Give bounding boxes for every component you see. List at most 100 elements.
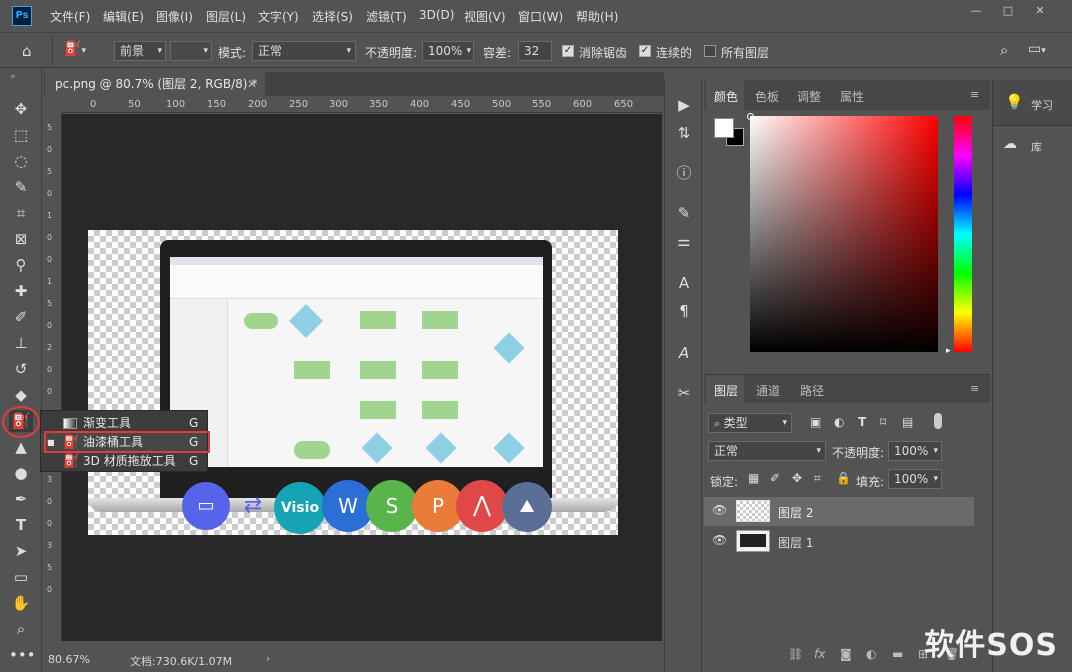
- tab-channels[interactable]: 通道: [756, 382, 780, 399]
- fill-input[interactable]: 100% ▾: [888, 469, 942, 489]
- adjustment-filter-icon[interactable]: ◐: [834, 415, 844, 429]
- tolerance-input[interactable]: 32: [518, 41, 552, 61]
- menu-3d[interactable]: 3D(D): [419, 8, 454, 22]
- dodge-tool-icon[interactable]: ●: [9, 462, 33, 484]
- close-button[interactable]: ✕: [1026, 3, 1054, 19]
- minimize-button[interactable]: —: [962, 3, 990, 19]
- restore-button[interactable]: □: [994, 3, 1022, 19]
- lock-pixels-icon[interactable]: ✐: [770, 471, 780, 485]
- library-panel-tab[interactable]: ☁ 库: [993, 128, 1072, 164]
- brush-tool-icon[interactable]: ✐: [9, 306, 33, 328]
- type-tool-icon[interactable]: T: [9, 514, 33, 536]
- menu-filter[interactable]: 滤镜(T): [366, 8, 407, 25]
- brush-settings-icon[interactable]: ✎: [673, 202, 695, 224]
- close-tab-icon[interactable]: ✕: [247, 72, 257, 96]
- layer-row[interactable]: 👁 图层 1: [704, 527, 974, 556]
- filter-toggle[interactable]: [934, 413, 942, 429]
- pen-tool-icon[interactable]: ✒: [9, 488, 33, 510]
- foreground-color-swatch[interactable]: [714, 118, 734, 138]
- clone-stamp-tool-icon[interactable]: ⊥: [9, 332, 33, 354]
- color-field[interactable]: [750, 116, 938, 352]
- status-menu-arrow-icon[interactable]: ›: [266, 652, 270, 665]
- document-tab[interactable]: pc.png @ 80.7% (图层 2, RGB/8) * ✕: [45, 72, 265, 96]
- zoom-tool-icon[interactable]: ⌕: [9, 618, 33, 640]
- blur-tool-icon[interactable]: ▲: [9, 436, 33, 458]
- document-canvas[interactable]: ▭ ⇄ Visio W S P ⋀ ⛰: [88, 230, 618, 535]
- antialias-checkbox[interactable]: ✓: [562, 45, 574, 57]
- menu-help[interactable]: 帮助(H): [576, 8, 618, 25]
- layer-name[interactable]: 图层 1: [778, 534, 813, 551]
- adjust-sliders-icon[interactable]: ⚌: [673, 230, 695, 252]
- tab-color[interactable]: 颜色: [714, 88, 738, 105]
- healing-brush-tool-icon[interactable]: ✚: [9, 280, 33, 302]
- pixel-filter-icon[interactable]: ▣: [810, 415, 821, 429]
- type-filter-icon[interactable]: T: [858, 415, 866, 429]
- visibility-eye-icon[interactable]: 👁: [712, 533, 727, 547]
- pattern-picker[interactable]: ▾: [170, 41, 212, 61]
- layer-row[interactable]: 👁 图层 2: [704, 497, 974, 526]
- 3d-material-drop-tool-item[interactable]: ⛽ 3D 材质拖放工具 G: [41, 452, 207, 471]
- workspace-icon[interactable]: ▭▾: [1028, 41, 1046, 57]
- opacity-input[interactable]: 100% ▾: [422, 41, 474, 61]
- hue-slider[interactable]: [954, 116, 972, 352]
- mode-select[interactable]: 正常 ▾: [252, 41, 356, 61]
- lock-transparent-icon[interactable]: ▦: [748, 471, 759, 485]
- add-mask-icon[interactable]: ◙: [840, 647, 852, 661]
- color-picker-marker[interactable]: [747, 113, 754, 120]
- panel-menu-icon[interactable]: ≡: [970, 88, 979, 101]
- fill-source-select[interactable]: 前景 ▾: [114, 41, 166, 61]
- path-select-tool-icon[interactable]: ➤: [9, 540, 33, 562]
- play-icon[interactable]: ▶: [673, 94, 695, 116]
- actions-icon[interactable]: ⇅: [673, 122, 695, 144]
- menu-layer[interactable]: 图层(L): [206, 8, 246, 25]
- hue-slider-handle-icon[interactable]: ▸: [946, 346, 951, 356]
- learn-panel-tab[interactable]: 💡 学习: [993, 80, 1072, 126]
- shape-filter-icon[interactable]: ⌑: [880, 415, 886, 429]
- paragraph-icon[interactable]: ¶: [673, 300, 695, 322]
- panel-menu-icon[interactable]: ≡: [970, 382, 979, 395]
- tab-adjustments[interactable]: 调整: [797, 88, 821, 105]
- layer-opacity-input[interactable]: 100% ▾: [888, 441, 942, 461]
- lasso-tool-icon[interactable]: ◌: [9, 150, 33, 172]
- fx-icon[interactable]: fx: [814, 647, 825, 661]
- home-icon[interactable]: ⌂: [22, 42, 42, 60]
- marquee-tool-icon[interactable]: ⬚: [9, 124, 33, 146]
- menu-select[interactable]: 选择(S): [312, 8, 353, 25]
- move-tool-icon[interactable]: ✥: [9, 98, 33, 120]
- quick-select-tool-icon[interactable]: ✎: [9, 176, 33, 198]
- layer-filter-select[interactable]: ⌕ 类型 ▾: [708, 413, 792, 433]
- menu-window[interactable]: 窗口(W): [518, 8, 563, 25]
- contiguous-checkbox[interactable]: ✓: [639, 45, 651, 57]
- smart-object-filter-icon[interactable]: ▤: [902, 415, 913, 429]
- link-layers-icon[interactable]: ⛓: [788, 647, 803, 661]
- search-icon[interactable]: ⌕: [1000, 41, 1008, 59]
- history-brush-tool-icon[interactable]: ↺: [9, 358, 33, 380]
- menu-view[interactable]: 视图(V): [464, 8, 506, 25]
- visibility-eye-icon[interactable]: 👁: [712, 503, 727, 517]
- lock-all-icon[interactable]: 🔒: [836, 471, 851, 485]
- new-group-icon[interactable]: ▬: [892, 647, 903, 661]
- tab-layers[interactable]: 图层: [714, 382, 738, 399]
- zoom-level[interactable]: 80.67%: [48, 653, 90, 666]
- hand-tool-icon[interactable]: ✋: [9, 592, 33, 614]
- paint-bucket-preset-icon[interactable]: ⛽▾: [64, 41, 100, 61]
- lock-artboard-icon[interactable]: ⌗: [814, 471, 821, 486]
- more-tools-icon[interactable]: •••: [9, 644, 36, 666]
- tab-swatches[interactable]: 色板: [755, 88, 779, 105]
- character-icon[interactable]: A: [673, 272, 695, 294]
- blend-mode-select[interactable]: 正常 ▾: [708, 441, 826, 461]
- frame-tool-icon[interactable]: ⊠: [9, 228, 33, 250]
- rectangle-tool-icon[interactable]: ▭: [9, 566, 33, 588]
- tab-paths[interactable]: 路径: [800, 382, 824, 399]
- adjustment-layer-icon[interactable]: ◐: [866, 647, 876, 661]
- tool-presets-icon[interactable]: ✂: [673, 382, 695, 404]
- info-icon[interactable]: ⓘ: [673, 162, 695, 184]
- tab-properties[interactable]: 属性: [840, 88, 864, 105]
- menu-file[interactable]: 文件(F): [50, 8, 90, 25]
- collapse-icon[interactable]: »: [10, 72, 16, 82]
- lock-position-icon[interactable]: ✥: [792, 471, 802, 485]
- all-layers-checkbox[interactable]: [704, 45, 716, 57]
- glyphs-icon[interactable]: A: [673, 342, 695, 364]
- menu-type[interactable]: 文字(Y): [258, 8, 299, 25]
- menu-edit[interactable]: 编辑(E): [103, 8, 144, 25]
